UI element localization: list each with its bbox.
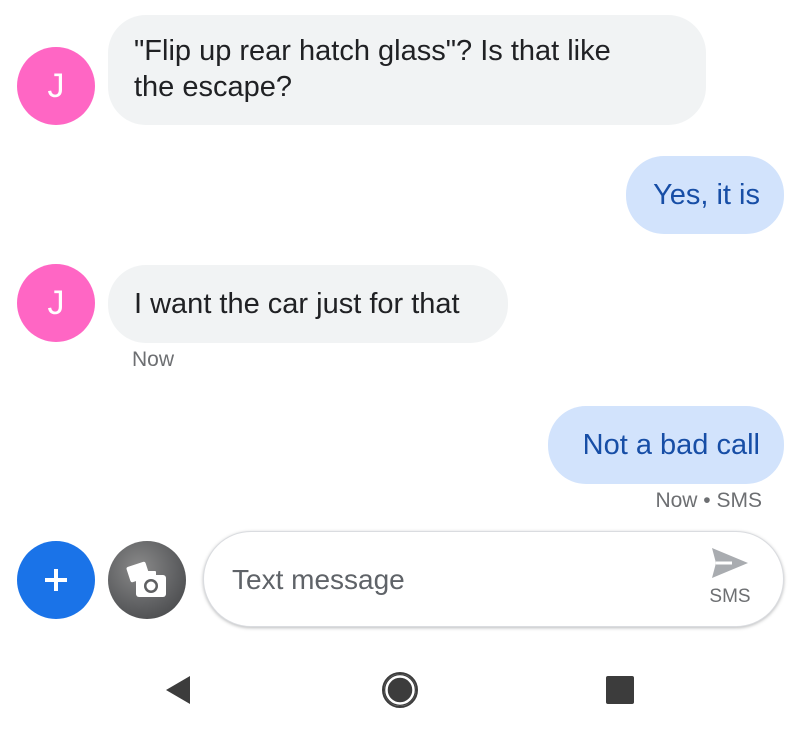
add-attachment-button[interactable]: [17, 541, 95, 619]
incoming-message[interactable]: I want the car just for that: [108, 265, 508, 343]
message-input[interactable]: [232, 562, 692, 598]
compose-bar: SMS: [203, 531, 784, 627]
outgoing-message[interactable]: Yes, it is: [626, 156, 784, 234]
nav-recents-button[interactable]: [592, 668, 648, 712]
message-status: Now • SMS: [655, 489, 762, 512]
contact-avatar[interactable]: J: [17, 264, 95, 342]
outgoing-message[interactable]: Not a bad call: [548, 406, 784, 484]
message-text-line: the escape?: [134, 71, 293, 103]
send-button[interactable]: SMS: [700, 546, 760, 616]
avatar-letter: J: [47, 66, 65, 105]
contact-avatar[interactable]: J: [17, 47, 95, 125]
message-text: Yes, it is: [653, 179, 760, 211]
camera-gallery-icon: [126, 561, 166, 597]
message-text-line: "Flip up rear hatch glass"? Is that like: [134, 35, 611, 67]
plus-icon: [45, 569, 67, 591]
nav-back-button[interactable]: [150, 668, 206, 712]
system-nav-bar: [0, 660, 800, 720]
message-text: I want the car just for that: [134, 288, 460, 320]
message-timestamp: Now: [132, 348, 175, 371]
avatar-letter: J: [47, 283, 65, 322]
nav-home-button[interactable]: [372, 664, 428, 716]
recents-square-icon: [606, 676, 634, 704]
send-arrow-icon: [712, 548, 748, 578]
send-label: SMS: [709, 586, 751, 607]
camera-gallery-button[interactable]: [108, 541, 186, 619]
messages-screen: J "Flip up rear hatch glass"? Is that li…: [0, 0, 800, 735]
back-triangle-icon: [166, 676, 190, 704]
home-circle-icon: [382, 672, 418, 708]
incoming-message[interactable]: "Flip up rear hatch glass"? Is that like…: [108, 15, 706, 125]
message-text: Not a bad call: [582, 429, 760, 461]
